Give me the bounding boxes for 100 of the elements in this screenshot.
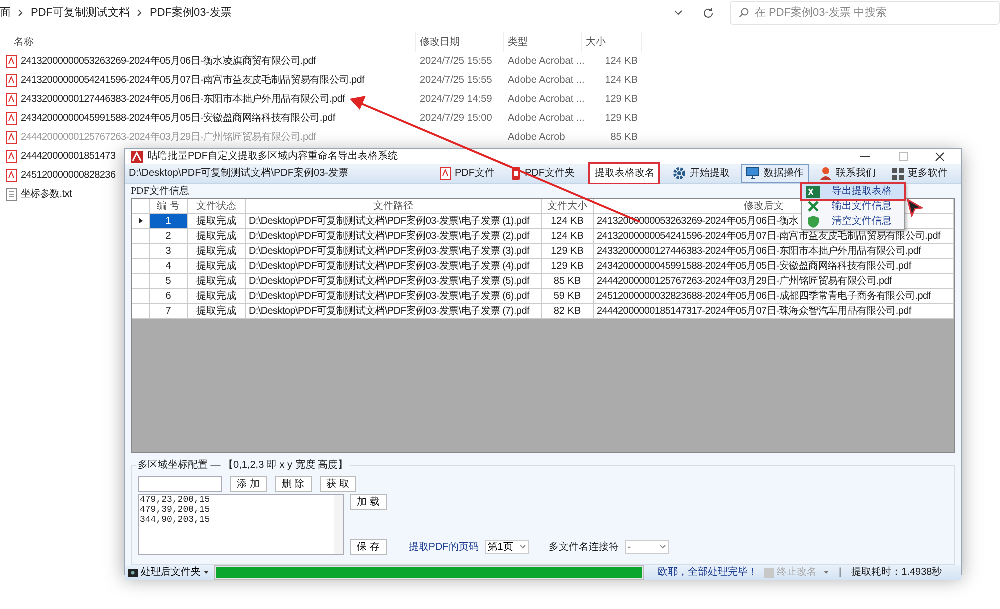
coordinate-button[interactable]: 删 除 bbox=[274, 476, 312, 492]
table-cell: 24332000000127446383-2024年05月06日-东阳市本拙户外用品有限公司.pdf bbox=[594, 244, 954, 258]
coordinate-input[interactable] bbox=[138, 476, 222, 492]
chevron-right-icon bbox=[18, 9, 24, 17]
scrollbar[interactable] bbox=[334, 495, 343, 554]
menu-item[interactable]: 清空文件信息 bbox=[802, 214, 904, 229]
pdf-file-icon bbox=[6, 74, 17, 87]
table-cell: 59 KB bbox=[542, 289, 594, 303]
x-icon bbox=[808, 201, 818, 212]
table-cell: 24512000000032823688-2024年05月06日-成都四季常青电子商务有限公司.pdf bbox=[594, 289, 954, 303]
file-date: 2024/7/29 14:59 bbox=[419, 93, 494, 107]
column-header[interactable]: 类型 bbox=[504, 32, 582, 52]
load-button[interactable]: 加 载 bbox=[350, 494, 387, 510]
table-cell: D:\Desktop\PDF可复制测试文档\PDF案例03-发票\电子发票 (6).pdf bbox=[246, 289, 542, 303]
file-name[interactable]: 245120000000828236 bbox=[21, 168, 116, 183]
file-date: 2024/7/25 15:55 bbox=[419, 74, 494, 88]
file-name[interactable]: 24132000000053263269-2024年05月06日-衡水凌旗商贸有限公司.pdf bbox=[21, 54, 316, 69]
table-cell: 129 KB bbox=[542, 259, 594, 273]
toolbar-button[interactable]: PDF文件夹 bbox=[506, 164, 580, 183]
breadcrumb-item[interactable]: 面 bbox=[0, 4, 11, 22]
toolbar-button[interactable]: PDF文件 bbox=[435, 164, 500, 183]
search-field[interactable]: 在 PDF案例03-发票 中搜索 bbox=[730, 1, 1000, 25]
toolbar-button[interactable]: 更多软件 bbox=[887, 164, 953, 183]
pdf-file-icon bbox=[6, 93, 17, 106]
save-button[interactable]: 保 存 bbox=[350, 539, 387, 555]
status-message: 欧耶，全部处理完毕！ bbox=[658, 566, 758, 580]
table-cell: 124 KB bbox=[542, 229, 594, 243]
table-cell: 124 KB bbox=[542, 214, 594, 228]
minimize-icon[interactable] bbox=[860, 156, 870, 158]
coordinate-line: 344,90,203,15 bbox=[140, 515, 210, 525]
column-header[interactable]: 修改日期 bbox=[416, 32, 504, 52]
menu-item[interactable]: 导出提取表格 bbox=[802, 184, 904, 199]
text-file-icon bbox=[6, 188, 17, 201]
monitor-icon bbox=[746, 167, 760, 180]
table-cell: 提取完成 bbox=[188, 289, 246, 303]
shield-icon bbox=[808, 216, 818, 228]
toolbar-button[interactable]: 联系我们 bbox=[815, 164, 881, 183]
file-name[interactable]: 24132000000054241596-2024年05月07日-南宫市益友皮毛制品贸易有限公司.pdf bbox=[21, 73, 364, 88]
caret-down-icon bbox=[204, 571, 209, 574]
table-cell: 7 bbox=[150, 304, 188, 318]
refresh-icon[interactable] bbox=[703, 8, 714, 18]
cursor-icon bbox=[907, 199, 923, 217]
extract-mode-dropdown[interactable]: 提取表格改名 bbox=[590, 164, 658, 183]
table-cell: D:\Desktop\PDF可复制测试文档\PDF案例03-发票\电子发票 (4).pdf bbox=[246, 259, 542, 273]
breadcrumb-item[interactable]: PDF可复制测试文档 bbox=[31, 4, 130, 22]
file-name[interactable]: 24332000000127446383-2024年05月06日-东阳市本拙户外用品有限公司.pdf bbox=[21, 92, 346, 107]
column-header[interactable]: 文件状态 bbox=[188, 199, 246, 213]
pdf-file-icon bbox=[6, 150, 17, 163]
table-cell: D:\Desktop\PDF可复制测试文档\PDF案例03-发票\电子发票 (3).pdf bbox=[246, 244, 542, 258]
column-header[interactable]: 文件路径 bbox=[246, 199, 542, 213]
pdf-file-icon bbox=[6, 131, 17, 144]
menu-item[interactable]: 输出文件信息 bbox=[802, 199, 904, 214]
page-select[interactable]: 第1页 bbox=[484, 540, 529, 554]
file-type: Adobe Acrob bbox=[507, 131, 566, 145]
coordinate-button[interactable]: 添 加 bbox=[230, 476, 267, 492]
search-icon bbox=[739, 8, 749, 18]
person-icon bbox=[820, 167, 832, 180]
table-cell: D:\Desktop\PDF可复制测试文档\PDF案例03-发票\电子发票 (5).pdf bbox=[246, 274, 542, 288]
table-cell: 提取完成 bbox=[188, 274, 246, 288]
gear-icon bbox=[673, 167, 686, 180]
table-cell: 2 bbox=[150, 229, 188, 243]
table-cell: 1 bbox=[150, 214, 188, 228]
caret-down-icon bbox=[660, 545, 666, 549]
column-header[interactable]: 大小 bbox=[582, 32, 642, 52]
file-type: Adobe Acrobat ... bbox=[507, 112, 582, 126]
close-icon[interactable] bbox=[935, 152, 945, 162]
table-cell: 提取完成 bbox=[188, 229, 246, 243]
file-name[interactable]: 坐标参数.txt bbox=[21, 187, 72, 202]
toolbar-button[interactable]: 开始提取 bbox=[668, 164, 735, 183]
file-name[interactable]: 24342000000045991588-2024年05月05日-安徽盈商网络科技有限公司.pdf bbox=[21, 111, 336, 126]
table-cell: 85 KB bbox=[542, 274, 594, 288]
pdf-icon bbox=[440, 167, 451, 180]
file-date: 2024/7/29 15:00 bbox=[419, 112, 494, 126]
coordinates-textarea[interactable]: 479,23,200,15 479,39,200,15 344,90,203,15 bbox=[138, 494, 344, 555]
breadcrumb-item[interactable]: PDF案例03-发票 bbox=[150, 4, 232, 22]
coordinate-line: 479,39,200,15 bbox=[140, 505, 210, 515]
caret-down-icon bbox=[824, 571, 829, 574]
group-legend: 多区域坐标配置 — 【0,1,2,3 即 x y 宽度 高度】 bbox=[136, 458, 350, 473]
caret-down-icon bbox=[520, 545, 526, 549]
file-type: Adobe Acrobat ... bbox=[507, 55, 582, 69]
chevron-down-icon[interactable] bbox=[674, 10, 683, 16]
file-type: Adobe Acrobat ... bbox=[507, 74, 582, 88]
camera-icon bbox=[128, 568, 138, 576]
table-cell: 提取完成 bbox=[188, 244, 246, 258]
output-folder-button[interactable]: 处理后文件夹 bbox=[125, 565, 212, 580]
joiner-select[interactable]: - bbox=[624, 540, 669, 554]
toolbar-button[interactable]: 数据操作 bbox=[741, 164, 809, 183]
separator: | bbox=[839, 566, 842, 580]
file-type: Adobe Acrobat ... bbox=[507, 93, 582, 107]
coordinate-button[interactable]: 获 取 bbox=[320, 476, 356, 492]
table-cell: 6 bbox=[150, 289, 188, 303]
column-header[interactable]: 名称 bbox=[0, 32, 416, 52]
column-header[interactable]: 编 号 bbox=[150, 199, 188, 213]
file-name[interactable]: 244420000001851473 bbox=[21, 149, 116, 164]
table-cell: 24342000000045991588-2024年05月05日-安徽盈商网络科技有限公司.pdf bbox=[594, 259, 954, 273]
pdf-file-icon bbox=[6, 55, 17, 68]
chevron-right-icon bbox=[137, 9, 143, 17]
joiner-label: 多文件名连接符 bbox=[548, 540, 619, 554]
page-label: 提取PDF的页码 bbox=[408, 540, 479, 554]
column-header[interactable]: 文件大小 bbox=[542, 199, 594, 213]
